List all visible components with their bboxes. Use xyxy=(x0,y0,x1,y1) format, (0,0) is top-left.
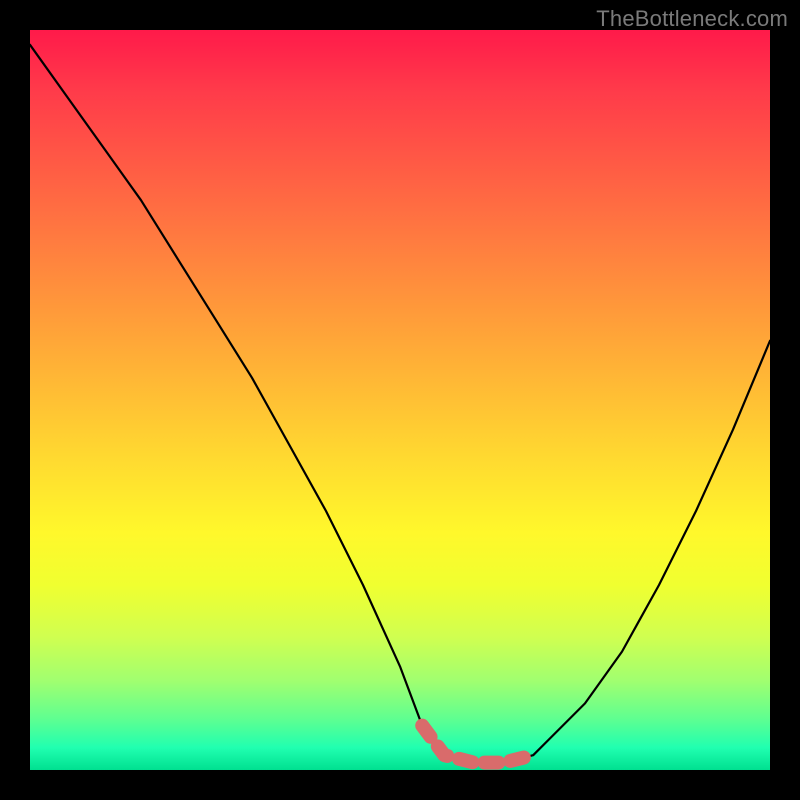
chart-plot-area xyxy=(30,30,770,770)
watermark-text: TheBottleneck.com xyxy=(596,6,788,32)
optimal-range-marker xyxy=(422,726,533,763)
chart-svg xyxy=(30,30,770,770)
bottleneck-curve xyxy=(30,45,770,763)
